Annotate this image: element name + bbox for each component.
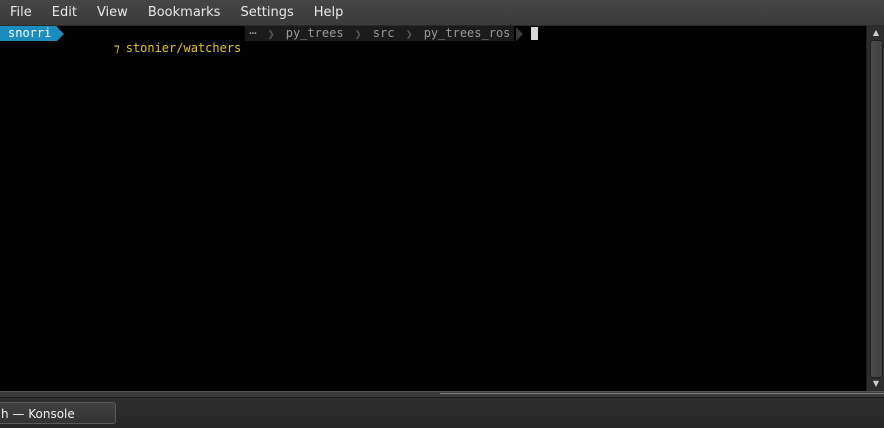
- prompt-path: ⋯ ❯ py_trees ❯ src ❯ py_trees_ros: [245, 26, 515, 41]
- text-cursor: [531, 27, 539, 40]
- prompt-path-segment-3: py_trees_ros: [423, 26, 511, 40]
- taskbar: h — Konsole: [0, 397, 884, 428]
- scroll-up-arrow-icon[interactable]: ▲: [867, 26, 884, 40]
- terminal-view[interactable]: snorri ⁊ stonier/watchers ⋯ ❯ py_trees ❯ …: [0, 26, 866, 391]
- menu-settings[interactable]: Settings: [230, 0, 303, 25]
- prompt-end-arrow-icon: [516, 26, 524, 41]
- menu-bookmarks[interactable]: Bookmarks: [138, 0, 231, 25]
- taskbar-window-button[interactable]: h — Konsole: [0, 402, 116, 424]
- git-repo-icon: ⁊: [113, 41, 120, 55]
- path-separator-icon: ❯: [405, 26, 413, 41]
- path-separator-icon: ❯: [267, 26, 275, 41]
- prompt-user: snorri: [0, 26, 58, 41]
- prompt-repo-name: stonier/watchers: [125, 41, 242, 55]
- scrollbar-thumb[interactable]: [870, 40, 883, 378]
- prompt-path-segment-2: src: [372, 26, 395, 40]
- path-separator-icon: ❯: [354, 26, 362, 41]
- menu-bar: File Edit View Bookmarks Settings Help: [0, 0, 884, 26]
- prompt-repo: ⁊ stonier/watchers: [64, 26, 245, 55]
- menu-file[interactable]: File: [0, 0, 42, 25]
- shell-prompt: snorri ⁊ stonier/watchers ⋯ ❯ py_trees ❯ …: [0, 26, 539, 55]
- prompt-user-arrow-icon: [57, 26, 65, 41]
- menu-edit[interactable]: Edit: [42, 0, 87, 25]
- prompt-ellipsis: ⋯: [249, 26, 257, 40]
- scroll-down-arrow-icon[interactable]: ▼: [867, 377, 884, 391]
- prompt-path-segment-1: py_trees: [285, 26, 344, 40]
- menu-view[interactable]: View: [87, 0, 138, 25]
- vertical-scrollbar[interactable]: ▲ ▼: [866, 26, 884, 391]
- menu-help[interactable]: Help: [304, 0, 354, 25]
